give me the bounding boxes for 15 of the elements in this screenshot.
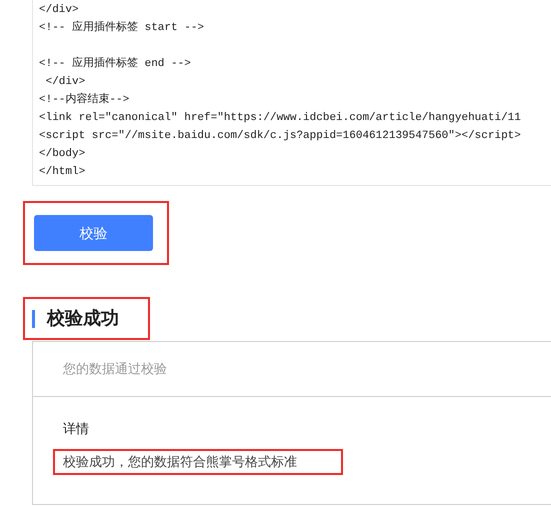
code-line: <script src="//msite.baidu.com/sdk/c.js?appid=1604612139547560"></script> xyxy=(39,129,522,144)
code-line: <link rel="canonical" href="https://www.idcbei.com/article/hangyehuati/11 xyxy=(39,111,522,126)
details-text: 校验成功，您的数据符合熊掌号格式标准 xyxy=(63,453,297,472)
accent-bar xyxy=(32,310,35,328)
code-line: </html> xyxy=(39,165,86,180)
code-line: <!-- 应用插件标签 end --> xyxy=(39,56,192,72)
code-line: </body> xyxy=(39,147,86,162)
result-summary: 您的数据通过校验 xyxy=(63,360,167,378)
code-line: <!--内容结束--> xyxy=(39,92,130,108)
verify-button[interactable]: 校验 xyxy=(34,215,153,251)
result-title: 校验成功 xyxy=(47,307,119,330)
code-line: </div> xyxy=(44,75,86,90)
details-label: 详情 xyxy=(63,420,90,437)
code-line: <!-- 应用插件标签 start --> xyxy=(39,20,206,36)
code-line: </div> xyxy=(39,3,80,18)
